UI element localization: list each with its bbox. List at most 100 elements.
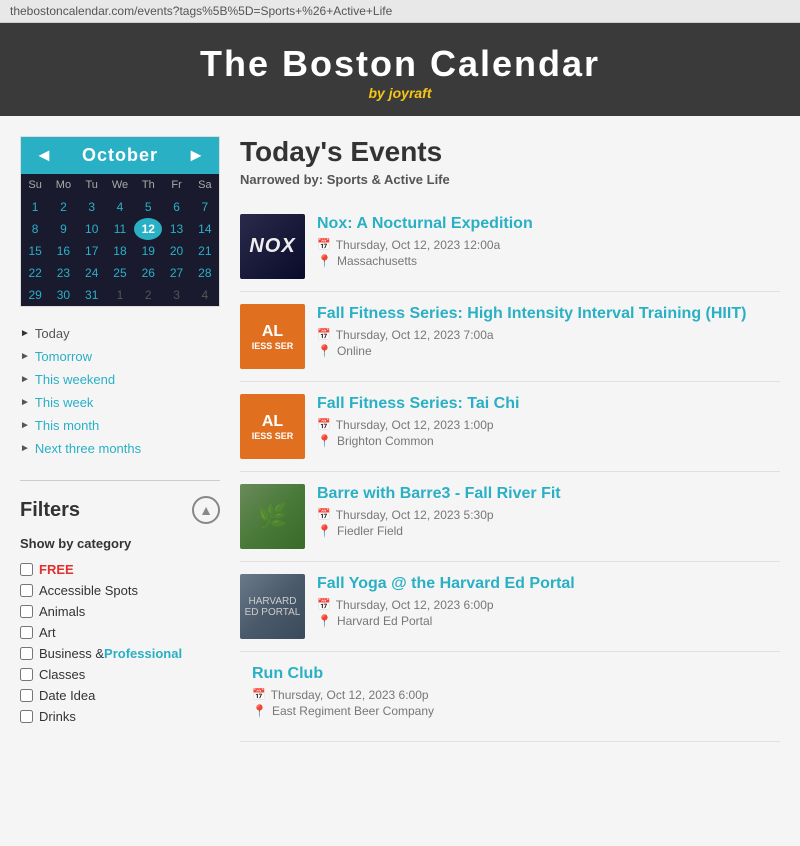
event-title-link[interactable]: Fall Fitness Series: Tai Chi	[317, 395, 519, 412]
calendar-day-cell[interactable]: 23	[49, 262, 77, 284]
calendar-day-cell[interactable]: 4	[191, 284, 219, 306]
event-title-link[interactable]: Run Club	[252, 665, 323, 682]
quick-nav-link[interactable]: Tomorrow	[35, 349, 92, 364]
filter-checkbox[interactable]	[20, 563, 33, 576]
event-thumbnail: ALIESS SER	[240, 394, 305, 459]
filter-label-plain: Business &	[39, 646, 104, 661]
nav-arrow-icon: ►	[20, 397, 30, 408]
event-thumbnail: NOX	[240, 214, 305, 279]
calendar-day-cell[interactable]: 31	[78, 284, 106, 306]
event-datetime: 📅 Thursday, Oct 12, 2023 12:00a	[317, 238, 780, 252]
calendar-day-cell[interactable]: 14	[191, 218, 219, 240]
event-location: 📍Fiedler Field	[317, 524, 780, 538]
filter-checkbox[interactable]	[20, 710, 33, 723]
event-location: 📍Brighton Common	[317, 434, 780, 448]
calendar-day-cell[interactable]: 13	[162, 218, 190, 240]
filter-checkbox[interactable]	[20, 647, 33, 660]
calendar-day-cell[interactable]: 26	[134, 262, 162, 284]
calendar-day-cell[interactable]: 5	[134, 196, 162, 218]
filter-label: Drinks	[39, 709, 76, 724]
quick-nav-link[interactable]: This week	[35, 395, 94, 410]
calendar-day-cell[interactable]: 2	[134, 284, 162, 306]
calendar-day-cell[interactable]: 25	[106, 262, 134, 284]
brand-name: joyraft	[389, 85, 432, 101]
quick-nav-item: ► This week	[20, 391, 220, 414]
filter-checkbox[interactable]	[20, 605, 33, 618]
calendar-weekday-header: Tu	[78, 174, 106, 196]
calendar-day-cell[interactable]: 12	[134, 218, 162, 240]
event-item: HARVARD ED PORTALFall Yoga @ the Harvard…	[240, 562, 780, 652]
calendar-day-cell[interactable]: 18	[106, 240, 134, 262]
calendar-day-cell[interactable]: 21	[191, 240, 219, 262]
event-item: Run Club📅Thursday, Oct 12, 2023 6:00p📍Ea…	[240, 652, 780, 742]
quick-nav-link[interactable]: This month	[35, 418, 99, 433]
quick-nav-item: ►Today	[20, 322, 220, 345]
calendar-day-cell[interactable]: 17	[78, 240, 106, 262]
nav-arrow-icon: ►	[20, 351, 30, 362]
calendar-header: ◄ October ►	[21, 137, 219, 174]
calendar-day-cell[interactable]: 24	[78, 262, 106, 284]
filter-item: FREE	[20, 559, 220, 580]
quick-nav-active-label: Today	[35, 326, 70, 341]
event-title-link[interactable]: Fall Yoga @ the Harvard Ed Portal	[317, 575, 575, 592]
quick-nav-link[interactable]: This weekend	[35, 372, 115, 387]
filter-label: Classes	[39, 667, 85, 682]
filter-checkbox[interactable]	[20, 689, 33, 702]
narrowed-by-value: Sports & Active Life	[327, 172, 450, 187]
narrowed-by: Narrowed by: Sports & Active Life	[240, 172, 780, 187]
filter-item: Drinks	[20, 706, 220, 727]
calendar-day-cell[interactable]: 15	[21, 240, 49, 262]
calendar-day-cell[interactable]: 29	[21, 284, 49, 306]
filter-label: Art	[39, 625, 56, 640]
calendar-day-cell[interactable]: 28	[191, 262, 219, 284]
calendar-meta-icon: 📅	[317, 418, 331, 431]
filter-item: Business & Professional	[20, 643, 220, 664]
event-info: Nox: A Nocturnal Expedition 📅 Thursday, Oc…	[317, 214, 780, 268]
filter-item: Art	[20, 622, 220, 643]
event-datetime-text: Thursday, Oct 12, 2023 6:00p	[336, 598, 494, 612]
event-title-link[interactable]: Nox: A Nocturnal Expedition	[317, 215, 533, 232]
show-by-category-label: Show by category	[20, 536, 220, 551]
sidebar: ◄ October ► SuMoTuWeThFrSa 1234567891011…	[20, 136, 220, 742]
calendar-day-cell[interactable]: 3	[162, 284, 190, 306]
calendar-meta-icon: 📅	[317, 328, 331, 341]
event-title-link[interactable]: Barre with Barre3 - Fall River Fit	[317, 485, 561, 502]
calendar-day-cell[interactable]: 19	[134, 240, 162, 262]
calendar-day-cell[interactable]: 16	[49, 240, 77, 262]
calendar-day-cell[interactable]: 4	[106, 196, 134, 218]
quick-nav: ►Today►Tomorrow►This weekend►This week►T…	[20, 322, 220, 460]
event-info: Barre with Barre3 - Fall River Fit📅Thurs…	[317, 484, 780, 538]
filter-item: Date Idea	[20, 685, 220, 706]
calendar-day-cell[interactable]: 1	[21, 196, 49, 218]
calendar-day-cell[interactable]: 8	[21, 218, 49, 240]
calendar-day-cell[interactable]: 27	[162, 262, 190, 284]
calendar-meta-icon: 📅	[317, 508, 331, 521]
filter-checkbox[interactable]	[20, 584, 33, 597]
event-title-link[interactable]: Fall Fitness Series: High Intensity Inte…	[317, 305, 746, 322]
calendar-next-button[interactable]: ►	[183, 145, 209, 166]
calendar-day-cell[interactable]: 1	[106, 284, 134, 306]
event-datetime: 📅Thursday, Oct 12, 2023 7:00a	[317, 328, 780, 342]
calendar-day-cell[interactable]: 20	[162, 240, 190, 262]
event-location-text: Brighton Common	[337, 434, 434, 448]
location-icon: 📍	[317, 344, 332, 358]
calendar-day-cell[interactable]: 22	[21, 262, 49, 284]
filter-checkbox[interactable]	[20, 668, 33, 681]
event-datetime-text: Thursday, Oct 12, 2023 12:00a	[336, 238, 501, 252]
calendar-day-cell[interactable]: 3	[78, 196, 106, 218]
calendar-day-cell[interactable]: 7	[191, 196, 219, 218]
calendar-day-cell[interactable]: 10	[78, 218, 106, 240]
calendar-day-cell[interactable]: 30	[49, 284, 77, 306]
event-item: ALIESS SERFall Fitness Series: High Inte…	[240, 292, 780, 382]
calendar-day-cell[interactable]: 11	[106, 218, 134, 240]
calendar-day-cell[interactable]: 9	[49, 218, 77, 240]
filters-toggle-button[interactable]: ▲	[192, 496, 220, 524]
calendar-weekday-header: We	[106, 174, 134, 196]
calendar-day-cell[interactable]: 6	[162, 196, 190, 218]
event-location-text: Massachusetts	[337, 254, 417, 268]
calendar-day-cell[interactable]: 2	[49, 196, 77, 218]
calendar-prev-button[interactable]: ◄	[31, 145, 57, 166]
filter-checkbox[interactable]	[20, 626, 33, 639]
quick-nav-link[interactable]: Next three months	[35, 441, 141, 456]
calendar-meta-icon: 📅	[317, 238, 331, 251]
